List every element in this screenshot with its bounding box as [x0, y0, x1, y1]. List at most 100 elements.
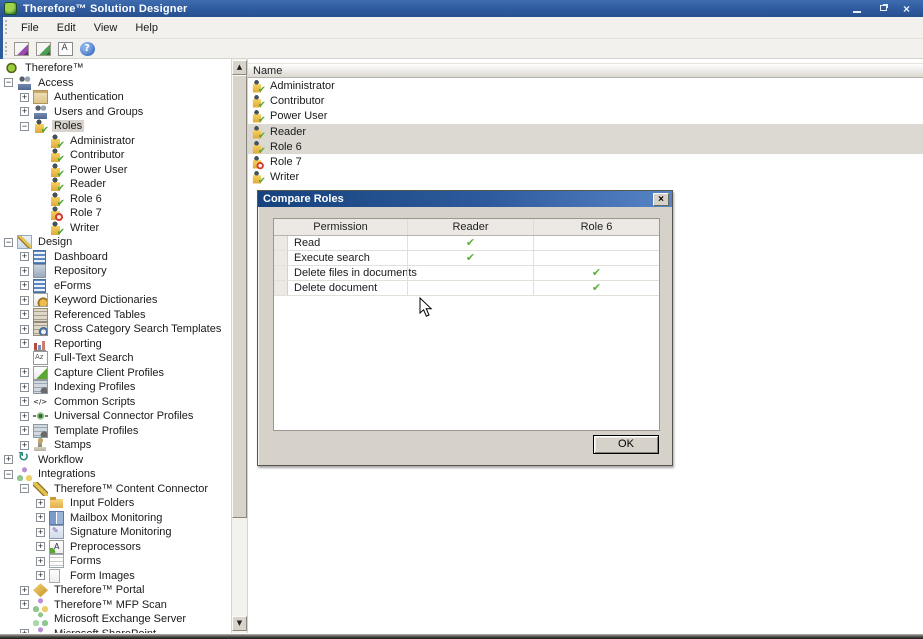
tree-expand-toggle[interactable]	[4, 238, 13, 247]
tree-expand-toggle[interactable]	[20, 281, 29, 290]
tree-item[interactable]: Form Images	[0, 569, 231, 584]
tree-item[interactable]: Microsoft Exchange Server	[0, 612, 231, 627]
tree-item-label: Therefore™ MFP Scan	[52, 599, 169, 611]
tree-item[interactable]: Input Folders	[0, 496, 231, 511]
list-item[interactable]: Role 7	[248, 154, 923, 169]
tree-item[interactable]: Role 6	[0, 192, 231, 207]
roles-icon	[33, 119, 48, 133]
tree-expand-toggle[interactable]	[20, 325, 29, 334]
dialog-close-button[interactable]: ×	[653, 193, 669, 206]
menu-item-help[interactable]: Help	[126, 19, 167, 37]
tree-scrollbar[interactable]: ▲ ▼	[231, 59, 247, 633]
menu-item-edit[interactable]: Edit	[48, 19, 85, 37]
menubar: File Edit View Help	[0, 17, 923, 39]
tree-expand-toggle[interactable]	[20, 441, 29, 450]
tree-expand-toggle[interactable]	[20, 267, 29, 276]
close-button[interactable]: ×	[903, 3, 917, 15]
list-item[interactable]: Contributor	[248, 93, 923, 108]
tree-item[interactable]: Common Scripts	[0, 395, 231, 410]
tree-expand-toggle[interactable]	[36, 542, 45, 551]
tree-item[interactable]: Signature Monitoring	[0, 525, 231, 540]
tree-expand-toggle[interactable]	[20, 412, 29, 421]
tree-item[interactable]: Roles	[0, 119, 231, 134]
tree-item[interactable]: Mailbox Monitoring	[0, 511, 231, 526]
tree-expand-toggle[interactable]	[20, 600, 29, 609]
tree-item[interactable]: Keyword Dictionaries	[0, 293, 231, 308]
tree-item[interactable]: Cross Category Search Templates	[0, 322, 231, 337]
tree-expand-toggle[interactable]	[20, 339, 29, 348]
tree-expand-toggle[interactable]	[4, 455, 13, 464]
tree-item[interactable]: Administrator	[0, 134, 231, 149]
tree-expand-toggle[interactable]	[20, 107, 29, 116]
menu-item-view[interactable]: View	[85, 19, 127, 37]
toolbar-button[interactable]	[34, 40, 52, 57]
scroll-thumb[interactable]	[232, 75, 247, 518]
tree-item[interactable]: Reader	[0, 177, 231, 192]
tree-item[interactable]: Repository	[0, 264, 231, 279]
tree-expand-toggle[interactable]	[20, 368, 29, 377]
tree-item[interactable]: Capture Client Profiles	[0, 366, 231, 381]
tree-expand-toggle[interactable]	[36, 571, 45, 580]
toolbar-button[interactable]	[78, 40, 96, 57]
list-item[interactable]: Reader	[248, 124, 923, 139]
tree-item[interactable]: Contributor	[0, 148, 231, 163]
tree-item[interactable]: Therefore™ Portal	[0, 583, 231, 598]
tree-item[interactable]: Authentication	[0, 90, 231, 105]
ok-button[interactable]: OK	[593, 435, 659, 454]
tree-item[interactable]: Role 7	[0, 206, 231, 221]
tree-item[interactable]: Microsoft SharePoint	[0, 627, 231, 634]
tree-expand-toggle[interactable]	[4, 470, 13, 479]
tree-expand-toggle[interactable]	[20, 383, 29, 392]
list-item[interactable]: Role 6	[248, 139, 923, 154]
list-item[interactable]: Administrator	[248, 78, 923, 93]
tree-item[interactable]: Users and Groups	[0, 105, 231, 120]
tree-expand-toggle[interactable]	[4, 78, 13, 87]
tree-item[interactable]: Design	[0, 235, 231, 250]
tree-item[interactable]: Therefore™ MFP Scan	[0, 598, 231, 613]
tree-expand-toggle[interactable]	[36, 499, 45, 508]
toolbar-button[interactable]	[56, 40, 74, 57]
restore-button[interactable]	[877, 3, 891, 15]
tree-item[interactable]: Power User	[0, 163, 231, 178]
toolbar-button[interactable]	[12, 40, 30, 57]
tree-item[interactable]: Forms	[0, 554, 231, 569]
tree-item[interactable]: Dashboard	[0, 250, 231, 265]
tree-expand-toggle[interactable]	[36, 513, 45, 522]
tree-item-label: Microsoft Exchange Server	[52, 613, 188, 625]
tree-expand-toggle[interactable]	[36, 528, 45, 537]
tree-item[interactable]: Referenced Tables	[0, 308, 231, 323]
tree-item[interactable]: Universal Connector Profiles	[0, 409, 231, 424]
tree-expand-toggle[interactable]	[36, 557, 45, 566]
tree-expand-toggle[interactable]	[20, 310, 29, 319]
tree-item[interactable]: eForms	[0, 279, 231, 294]
list-item[interactable]: Power User	[248, 109, 923, 124]
tree-item[interactable]: Therefore™	[0, 61, 231, 76]
tree-item[interactable]: Template Profiles	[0, 424, 231, 439]
scroll-down-button[interactable]: ▼	[232, 616, 247, 631]
tree-expand-toggle[interactable]	[20, 484, 29, 493]
tree-expand-toggle[interactable]	[20, 296, 29, 305]
tree-item[interactable]: Stamps	[0, 438, 231, 453]
column-header-name[interactable]: Name	[248, 63, 923, 78]
tree-item[interactable]: Reporting	[0, 337, 231, 352]
tree-item[interactable]: Integrations	[0, 467, 231, 482]
tree-item[interactable]: Access	[0, 76, 231, 91]
list-item[interactable]: Writer	[248, 170, 923, 185]
tree-item[interactable]: Full-Text Search	[0, 351, 231, 366]
tree-expand-toggle[interactable]	[20, 586, 29, 595]
tree-item[interactable]: Preprocessors	[0, 540, 231, 555]
tree-expand-toggle[interactable]	[20, 93, 29, 102]
tree-expand-toggle[interactable]	[20, 397, 29, 406]
menu-item-file[interactable]: File	[12, 19, 48, 37]
tree-expand-toggle[interactable]	[20, 122, 29, 131]
tree-expand-toggle[interactable]	[20, 252, 29, 261]
tree-item[interactable]: Indexing Profiles	[0, 380, 231, 395]
close-icon: ×	[903, 2, 910, 16]
scroll-up-button[interactable]: ▲	[232, 60, 247, 75]
tree-expand-toggle[interactable]	[20, 426, 29, 435]
tree-item[interactable]: Therefore™ Content Connector	[0, 482, 231, 497]
tree-item[interactable]: Workflow	[0, 453, 231, 468]
minimize-button[interactable]	[851, 3, 865, 15]
tree-expand-toggle[interactable]	[20, 629, 29, 633]
tree-item[interactable]: Writer	[0, 221, 231, 236]
